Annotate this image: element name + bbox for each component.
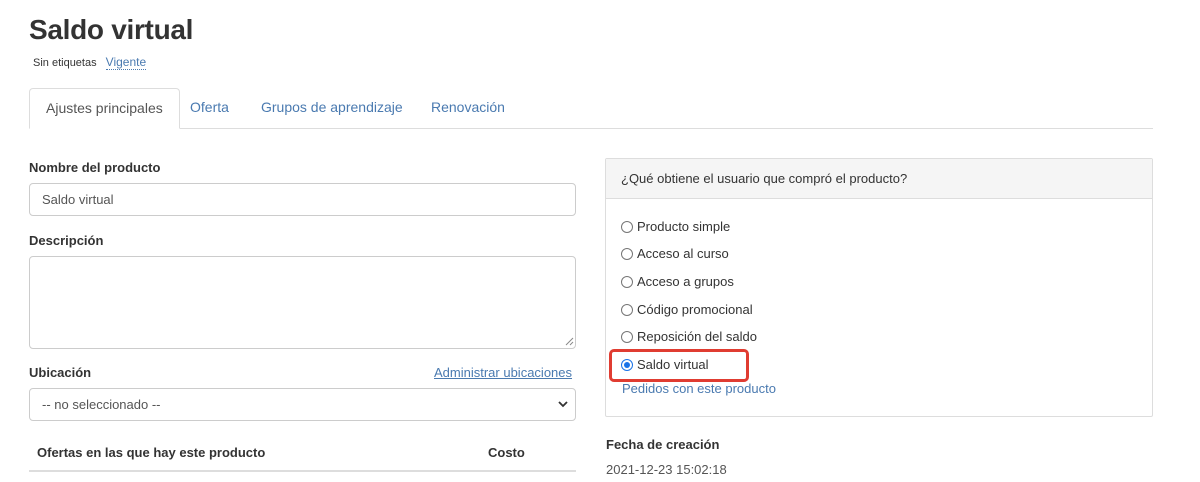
description-textarea[interactable] xyxy=(29,256,576,349)
manage-locations-link[interactable]: Administrar ubicaciones xyxy=(434,365,572,380)
option-group-access[interactable]: Acceso a grupos xyxy=(621,274,734,289)
panel-header: ¿Qué obtiene el usuario que compró el pr… xyxy=(606,159,1152,199)
product-type-panel: ¿Qué obtiene el usuario que compró el pr… xyxy=(605,158,1153,417)
page-title: Saldo virtual xyxy=(29,14,194,45)
option-label: Acceso a grupos xyxy=(637,274,734,289)
tags-label: Sin etiquetas xyxy=(33,57,97,69)
radio-icon[interactable] xyxy=(621,220,633,233)
location-select[interactable]: -- no seleccionado -- xyxy=(29,388,576,421)
radio-icon[interactable] xyxy=(621,247,633,260)
column-offers: Ofertas en las que hay este producto xyxy=(37,445,266,460)
offers-table-header: Ofertas en las que hay este producto Cos… xyxy=(29,437,576,472)
option-virtual-balance[interactable]: Saldo virtual xyxy=(621,357,709,372)
option-course-access[interactable]: Acceso al curso xyxy=(621,246,729,261)
location-label: Ubicación xyxy=(29,365,92,380)
product-name-label: Nombre del producto xyxy=(29,160,161,175)
option-label: Código promocional xyxy=(637,302,753,317)
tags-row: Sin etiquetas Vigente xyxy=(33,55,147,70)
option-label: Producto simple xyxy=(637,219,731,234)
option-label: Saldo virtual xyxy=(637,357,709,372)
tab-bar: Ajustes principales Oferta Grupos de apr… xyxy=(29,88,1153,129)
option-label: Reposición del saldo xyxy=(637,329,757,344)
option-simple-product[interactable]: Producto simple xyxy=(621,219,730,234)
column-cost: Costo xyxy=(488,445,525,460)
tab-main-settings[interactable]: Ajustes principales xyxy=(29,88,180,129)
description-label: Descripción xyxy=(29,233,104,248)
radio-icon[interactable] xyxy=(621,275,633,288)
tab-learning-groups[interactable]: Grupos de aprendizaje xyxy=(245,88,419,129)
option-promo-code[interactable]: Código promocional xyxy=(621,302,753,317)
creation-date-value: 2021-12-23 15:02:18 xyxy=(606,462,727,477)
product-name-input[interactable] xyxy=(29,183,576,216)
tab-renewal[interactable]: Renovación xyxy=(415,88,521,129)
radio-checked-icon[interactable] xyxy=(621,358,633,371)
tab-offer[interactable]: Oferta xyxy=(174,88,245,129)
radio-icon[interactable] xyxy=(621,303,633,316)
status-badge[interactable]: Vigente xyxy=(105,55,147,70)
orders-with-product-link[interactable]: Pedidos con este producto xyxy=(622,381,776,396)
creation-date-label: Fecha de creación xyxy=(606,437,720,452)
radio-icon[interactable] xyxy=(621,330,633,343)
resize-grip-icon[interactable] xyxy=(564,336,574,346)
option-label: Acceso al curso xyxy=(637,246,729,261)
option-balance-refill[interactable]: Reposición del saldo xyxy=(621,329,757,344)
